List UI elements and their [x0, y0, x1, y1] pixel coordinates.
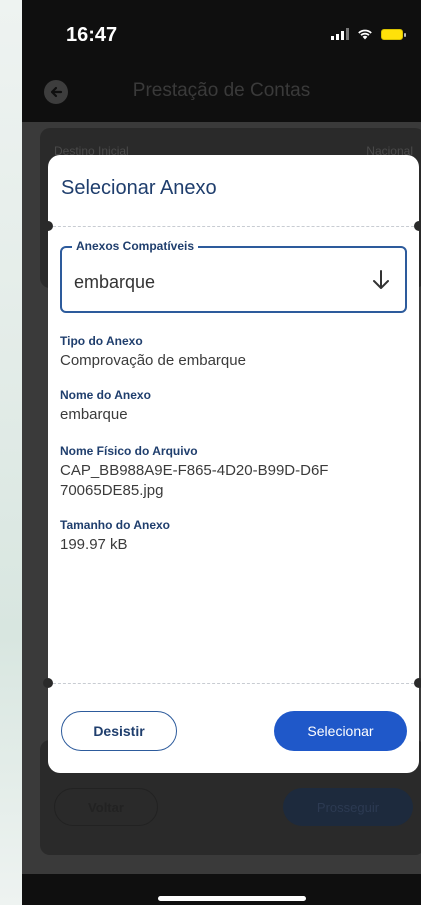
- select-label: Anexos Compatíveis: [72, 239, 199, 253]
- select-value: embarque: [74, 272, 156, 292]
- divider-notch-right: [414, 221, 421, 231]
- back-button: Voltar: [54, 788, 158, 826]
- app-bar: Prestação de Contas: [22, 60, 421, 122]
- cancel-button[interactable]: Desistir: [61, 711, 177, 751]
- compatible-attachments-select[interactable]: Anexos Compatíveis embarque: [60, 239, 407, 313]
- attachment-type-value: Comprovação de embarque: [60, 352, 246, 369]
- attachment-name-value: embarque: [60, 406, 128, 423]
- file-name-info: Nome Físico do Arquivo CAP_BB988A9E-F865…: [60, 444, 330, 501]
- divider-notch-left: [43, 678, 53, 688]
- attachment-name-label: Nome do Anexo: [60, 388, 151, 402]
- status-icons: [331, 28, 406, 40]
- attachment-size-info: Tamanho do Anexo 199.97 kB: [60, 518, 410, 555]
- home-indicator[interactable]: [158, 896, 306, 901]
- attachment-name-info: Nome do Anexo embarque: [60, 388, 410, 425]
- divider-notch-left: [43, 221, 53, 231]
- status-bar: 16:47: [22, 0, 421, 60]
- battery-icon: [381, 28, 406, 40]
- divider-notch-right: [414, 678, 421, 688]
- file-name-label: Nome Físico do Arquivo: [60, 444, 198, 458]
- dialog-title: Selecionar Anexo: [61, 177, 217, 199]
- select-attachment-dialog: Selecionar Anexo Anexos Compatíveis emba…: [43, 155, 421, 773]
- attachment-size-label: Tamanho do Anexo: [60, 518, 171, 532]
- attachment-type-label: Tipo do Anexo: [60, 334, 143, 348]
- bottom-divider: [48, 683, 419, 684]
- wifi-icon: [358, 29, 372, 40]
- status-time: 16:47: [66, 24, 118, 46]
- attachment-type-info: Tipo do Anexo Comprovação de embarque: [60, 334, 410, 371]
- next-button: Prosseguir: [283, 788, 413, 826]
- signal-icon: [331, 28, 349, 40]
- file-name-value: CAP_BB988A9E-F865-4D20-B99D-D6F70065DE85…: [60, 462, 329, 499]
- arrow-down-icon[interactable]: [371, 268, 391, 292]
- home-bar: [22, 874, 421, 905]
- top-divider: [48, 226, 419, 227]
- select-button[interactable]: Selecionar: [274, 711, 407, 751]
- page-title: Prestação de Contas: [132, 80, 311, 101]
- attachment-size-value: 199.97 kB: [60, 536, 128, 553]
